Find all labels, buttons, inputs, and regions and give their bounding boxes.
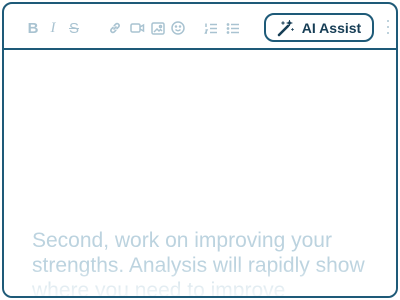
ai-assist-button[interactable]: AI Assist — [264, 13, 374, 42]
bullet-list-button[interactable] — [224, 19, 242, 37]
ai-assist-label: AI Assist — [301, 19, 362, 36]
ordered-list-icon — [204, 23, 217, 34]
bullet-list-icon — [226, 22, 239, 34]
strikethrough-button[interactable]: S — [65, 19, 83, 37]
more-options-button[interactable] — [385, 20, 391, 34]
emoji-button[interactable] — [169, 19, 187, 37]
video-button[interactable] — [128, 19, 146, 37]
video-icon — [129, 23, 144, 33]
editor-content[interactable]: Second, work on improving your strengths… — [32, 228, 382, 296]
italic-icon: I — [50, 19, 56, 36]
link-button[interactable] — [106, 19, 124, 37]
bold-button[interactable]: B — [24, 19, 42, 37]
bold-icon: B — [27, 19, 39, 37]
editor-card: B I S AI Assist Second, work on improvin… — [2, 2, 398, 298]
image-icon — [151, 21, 165, 35]
emoji-icon — [171, 21, 185, 35]
magic-wand-icon — [277, 18, 295, 37]
italic-button[interactable]: I — [44, 19, 62, 37]
more-vertical-icon — [387, 20, 389, 22]
editor-toolbar: B I S AI Assist — [4, 4, 396, 50]
ordered-list-button[interactable] — [202, 19, 220, 37]
link-icon — [110, 22, 120, 34]
image-button[interactable] — [149, 19, 167, 37]
strikethrough-icon: S — [68, 19, 79, 37]
